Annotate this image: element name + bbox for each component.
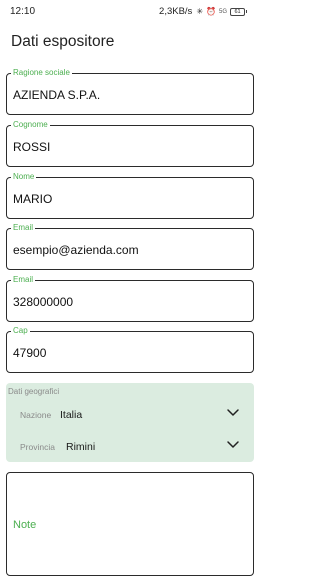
- notes-label: Note: [13, 519, 37, 531]
- provincia-label: Provincia: [20, 442, 55, 452]
- email-value: esempio@azienda.com: [13, 243, 139, 257]
- page-title: Dati espositore: [11, 33, 115, 50]
- chevron-down-icon[interactable]: [226, 408, 240, 418]
- signal-icon: 5G: [218, 8, 227, 15]
- nazione-value: Italia: [60, 409, 83, 421]
- bluetooth-icon: ✳: [196, 7, 204, 16]
- status-time: 12:10: [10, 6, 36, 17]
- battery-icon: 61: [230, 7, 247, 16]
- status-bar: 12:10 2,3KB/s ✳ ⏰ 5G 61: [0, 0, 259, 24]
- cap-value: 47900: [13, 346, 47, 360]
- provincia-select[interactable]: Provincia Rimini: [6, 435, 254, 459]
- geo-section: Dati geografici Nazione Italia Provincia…: [6, 383, 254, 462]
- nome-value: MARIO: [13, 192, 53, 206]
- email-field[interactable]: Email esempio@azienda.com: [6, 223, 254, 270]
- cap-field[interactable]: Cap 47900: [6, 326, 254, 373]
- chevron-down-icon[interactable]: [226, 440, 240, 450]
- status-icons: 2,3KB/s ✳ ⏰ 5G 61: [159, 6, 247, 17]
- email-label: Email: [11, 223, 36, 233]
- phone-field[interactable]: Email 328000000: [6, 275, 254, 322]
- nome-field[interactable]: Nome MARIO: [6, 172, 254, 219]
- geo-section-title: Dati geografici: [8, 387, 60, 396]
- notes-field[interactable]: Note: [6, 472, 254, 576]
- cognome-field[interactable]: Cognome ROSSI: [6, 120, 254, 167]
- cognome-value: ROSSI: [13, 140, 51, 154]
- cap-label: Cap: [11, 326, 30, 336]
- cognome-label: Cognome: [11, 120, 50, 130]
- ragione-sociale-value: AZIENDA S.P.A.: [13, 88, 101, 102]
- phone-label: Email: [11, 275, 36, 285]
- battery-level: 61: [230, 7, 245, 16]
- nome-label: Nome: [11, 172, 37, 182]
- nazione-label: Nazione: [20, 410, 52, 420]
- nazione-select[interactable]: Nazione Italia: [6, 403, 254, 427]
- ragione-sociale-field[interactable]: Ragione sociale AZIENDA S.P.A.: [6, 68, 254, 115]
- phone-value: 328000000: [13, 295, 74, 309]
- network-speed: 2,3KB/s: [159, 6, 193, 17]
- ragione-sociale-label: Ragione sociale: [11, 68, 72, 78]
- alarm-icon: ⏰: [206, 7, 216, 16]
- provincia-value: Rimini: [66, 441, 96, 453]
